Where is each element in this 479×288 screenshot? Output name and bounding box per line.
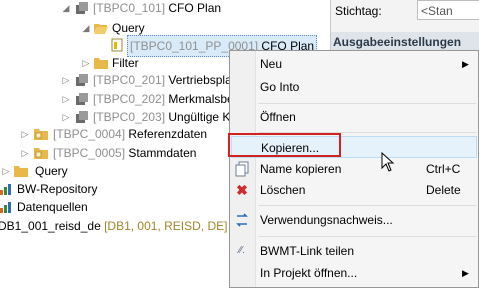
datasource-icon: [0, 202, 11, 213]
tree-row-label: Datenquellen: [17, 200, 88, 214]
menu-separator: [258, 236, 476, 237]
tree-row-tbpc-0004[interactable]: ▷ [TBPC_0004] Referenzdaten: [0, 124, 240, 144]
infoarea-folder-icon: [34, 129, 48, 140]
tree-row-label: Vertriebspla: [165, 73, 232, 87]
tree-row-label: BW-Repository: [17, 182, 98, 196]
system-details: [DB1, 001, REISD, DE]: [100, 219, 228, 233]
stichtag-label: Stichtag:: [335, 4, 382, 18]
output-settings-section[interactable]: Ausgabeeinstellungen: [331, 32, 479, 52]
highlight-annotation: [228, 133, 341, 157]
menu-item-in-projekt-oeffnen[interactable]: In Projekt öffnen... ▶: [230, 262, 478, 284]
tree-row-label: CFO Plan: [165, 1, 222, 15]
query-icon: [111, 38, 123, 52]
menu-item-label: Go Into: [260, 80, 300, 94]
tree-row-tbpc0-201[interactable]: ▷ [TBPC0_201] Vertriebspla: [0, 70, 240, 90]
menu-item-loeschen[interactable]: ✖ Löschen Delete: [230, 179, 478, 201]
infoprovider-icon: [76, 2, 88, 14]
tree-row-id: [TBPC_0004]: [53, 127, 126, 141]
submenu-arrow-icon: ▶: [462, 268, 469, 278]
infoprovider-icon: [76, 74, 88, 86]
menu-item-shortcut: Delete: [426, 183, 461, 197]
tree-row-query-root[interactable]: ▷ Query: [0, 161, 240, 181]
infoprovider-icon: [76, 93, 88, 105]
menu-item-go-into[interactable]: Go Into: [230, 76, 478, 98]
tree-row-label: DB1_001_reisd_de: [0, 219, 101, 233]
menu-item-shortcut: Ctrl+C: [426, 162, 461, 176]
tree-row-tbpc0-101[interactable]: ◢ [TBPC0_101] CFO Plan: [0, 0, 240, 18]
menu-item-label: Name kopieren: [260, 162, 342, 176]
tree-row-datenquellen[interactable]: Datenquellen: [0, 197, 240, 217]
link-icon: ∕∕.: [238, 245, 246, 256]
infoarea-folder-icon: [34, 148, 48, 159]
delete-icon: ✖: [236, 182, 248, 198]
context-menu: Neu ▶ Go Into Öffnen Kopieren... Name ko…: [229, 50, 479, 288]
copy-icon: [235, 161, 249, 177]
menu-item-name-kopieren[interactable]: Name kopieren Ctrl+C: [230, 158, 478, 180]
tree-row-id: [TBPC0_202]: [93, 92, 166, 106]
collapse-chevron-icon[interactable]: ▷: [0, 161, 12, 181]
menu-item-label: In Projekt öffnen...: [260, 266, 358, 280]
menu-item-label: Neu: [260, 57, 283, 71]
menu-separator: [258, 205, 476, 206]
collapse-chevron-icon[interactable]: ▷: [60, 89, 72, 109]
menu-item-verwendungsnachweis[interactable]: Verwendungsnachweis...: [230, 209, 478, 231]
collapse-chevron-icon[interactable]: ▷: [19, 143, 31, 163]
menu-item-label: Öffnen: [260, 110, 296, 124]
menu-item-oeffnen[interactable]: Öffnen: [230, 106, 478, 128]
collapse-chevron-icon[interactable]: ▷: [19, 124, 31, 144]
tree-row-id: [TBPC0_201]: [93, 73, 166, 87]
mouse-cursor-icon: [381, 152, 395, 172]
tree-row-query-selected[interactable]: [TBPC0_101_PP_0001] CFO Plan: [0, 35, 318, 57]
tree-row-label: Referenzdaten: [125, 127, 208, 141]
expand-chevron-icon[interactable]: ◢: [60, 0, 72, 18]
tree-row-tbpc0-202[interactable]: ▷ [TBPC0_202] Merkmalsbe: [0, 89, 240, 109]
bw-repository-icon: [0, 184, 11, 195]
tree-row-id: [TBPC0_203]: [93, 110, 166, 124]
tree-row-label: Stammdaten: [125, 146, 197, 160]
tree-row-bw-repository[interactable]: BW-Repository: [0, 179, 240, 199]
submenu-arrow-icon: ▶: [462, 59, 469, 69]
tree-row-label: Ungültige K: [165, 110, 231, 124]
menu-item-neu[interactable]: Neu ▶: [230, 53, 478, 75]
menu-item-label: Verwendungsnachweis...: [260, 213, 393, 227]
tree-row-label: Query: [35, 164, 68, 178]
tree-row-label: Merkmalsbe: [165, 92, 234, 106]
where-used-icon: [236, 213, 248, 227]
tree-row-db1-system[interactable]: DB1_001_reisd_de [DB1, 001, REISD, DE]: [0, 216, 240, 236]
folder-icon: [14, 166, 28, 177]
folder-open-icon: [94, 24, 108, 34]
infoprovider-icon: [76, 111, 88, 123]
menu-item-bwmt-link[interactable]: ∕∕. BWMT-Link teilen: [230, 240, 478, 262]
menu-item-label: BWMT-Link teilen: [260, 244, 355, 258]
collapse-chevron-icon[interactable]: ▷: [60, 70, 72, 90]
stichtag-combo[interactable]: <Stan: [417, 0, 479, 20]
folder-icon: [94, 58, 108, 69]
tree-row-id: [TBPC0_101]: [93, 1, 166, 15]
tree-row-tbpc-0005[interactable]: ▷ [TBPC_0005] Stammdaten: [0, 143, 240, 163]
menu-item-label: Löschen: [260, 183, 306, 197]
menu-separator: [258, 103, 476, 104]
tree-row-id: [TBPC_0005]: [53, 146, 126, 160]
